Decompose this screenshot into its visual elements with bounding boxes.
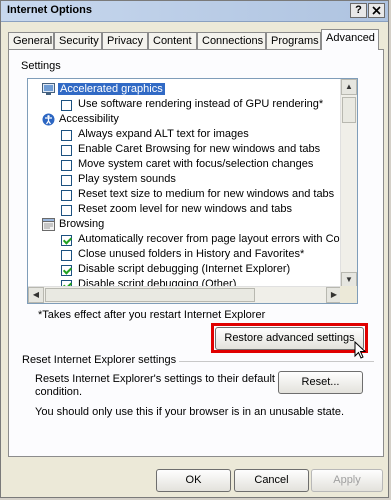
title-bar[interactable]: Internet Options ? — [1, 1, 388, 22]
checkbox[interactable] — [61, 130, 72, 141]
vertical-scroll-thumb[interactable] — [342, 97, 356, 123]
scroll-left-button[interactable]: ◀ — [28, 287, 44, 303]
setting-label: Reset text size to medium for new window… — [78, 188, 335, 200]
checkbox[interactable] — [61, 190, 72, 201]
section-divider — [179, 361, 374, 362]
tab-connections[interactable]: Connections — [197, 32, 266, 49]
setting-label: Disable script debugging (Internet Explo… — [78, 263, 291, 275]
checkbox[interactable] — [61, 235, 72, 246]
checkbox[interactable] — [61, 265, 72, 276]
scrollbar-corner — [340, 286, 357, 303]
apply-button[interactable]: Apply — [311, 469, 383, 492]
setting-label: Use software rendering instead of GPU re… — [78, 98, 324, 110]
browsing-icon — [42, 218, 55, 231]
checkbox[interactable] — [61, 160, 72, 171]
horizontal-scroll-thumb[interactable] — [45, 288, 255, 302]
help-button[interactable]: ? — [350, 3, 367, 18]
close-button[interactable] — [368, 3, 385, 18]
checkbox[interactable] — [61, 205, 72, 216]
setting-label: Reset zoom level for new windows and tab… — [78, 203, 292, 215]
tab-privacy[interactable]: Privacy — [102, 32, 148, 49]
reset-description: Resets Internet Explorer's settings to t… — [35, 373, 275, 398]
cancel-button[interactable]: Cancel — [234, 469, 309, 492]
ok-button[interactable]: OK — [156, 469, 231, 492]
horizontal-scrollbar[interactable]: ◀ ▶ — [28, 286, 342, 303]
monitor-icon — [42, 83, 55, 95]
checkbox[interactable] — [61, 145, 72, 156]
mouse-cursor-icon — [354, 341, 366, 359]
accessibility-icon — [42, 113, 55, 126]
setting-label: Move system caret with focus/selection c… — [78, 158, 314, 170]
close-icon — [372, 6, 381, 15]
reset-section-title: Reset Internet Explorer settings — [22, 354, 177, 366]
restore-advanced-settings-button[interactable]: Restore advanced settings — [215, 327, 364, 350]
vertical-scrollbar[interactable]: ▲ ▼ — [340, 79, 357, 288]
tab-advanced[interactable]: Advanced — [321, 29, 379, 50]
tab-programs[interactable]: Programs — [266, 32, 321, 49]
internet-options-window: Internet Options ? General Security Priv… — [0, 0, 389, 498]
checkbox[interactable] — [61, 100, 72, 111]
setting-label: Accessibility — [59, 113, 119, 125]
settings-group-label: Settings — [21, 60, 61, 72]
setting-label: Accelerated graphics — [58, 83, 165, 95]
checkbox[interactable] — [61, 250, 72, 261]
reset-warning: You should only use this if your browser… — [35, 406, 344, 418]
restart-note: *Takes effect after you restart Internet… — [38, 309, 266, 321]
settings-tree[interactable]: Accelerated graphics Use software render… — [27, 78, 358, 304]
setting-label: Automatically recover from page layout e… — [78, 233, 358, 245]
scroll-up-button[interactable]: ▲ — [341, 79, 357, 95]
setting-label: Close unused folders in History and Favo… — [78, 248, 305, 260]
reset-button[interactable]: Reset... — [278, 371, 363, 394]
tab-security[interactable]: Security — [54, 32, 102, 49]
tab-general[interactable]: General — [8, 32, 54, 49]
tab-content[interactable]: Content — [148, 32, 197, 49]
window-title: Internet Options — [7, 4, 92, 16]
checkbox[interactable] — [61, 175, 72, 186]
setting-label: Play system sounds — [78, 173, 176, 185]
setting-label: Always expand ALT text for images — [78, 128, 249, 140]
setting-label: Browsing — [59, 218, 105, 230]
setting-label: Enable Caret Browsing for new windows an… — [78, 143, 321, 155]
